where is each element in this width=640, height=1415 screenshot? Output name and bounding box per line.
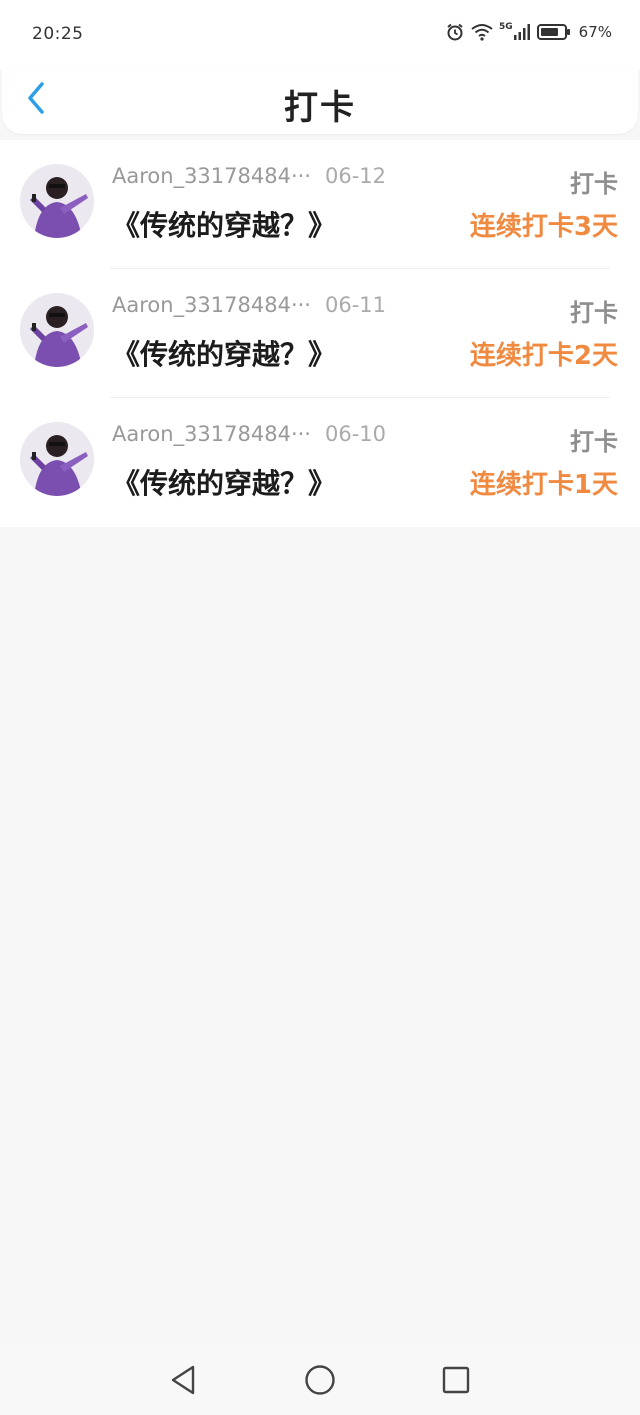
list-item[interactable]: Aaron_33178484··· 06-12 《传统的穿越？》 打卡 连续打卡…: [0, 140, 640, 269]
avatar[interactable]: [20, 422, 94, 496]
nav-back-button[interactable]: [163, 1362, 203, 1402]
alarm-icon: [445, 22, 465, 42]
home-circle-icon: [304, 1364, 336, 1400]
item-date: 06-11: [324, 293, 387, 317]
avatar[interactable]: [20, 164, 94, 238]
checkin-list: Aaron_33178484··· 06-12 《传统的穿越？》 打卡 连续打卡…: [0, 140, 640, 527]
item-date: 06-12: [324, 164, 387, 188]
status-bar: 20:25 5G 67%: [0, 0, 640, 70]
user-name[interactable]: Aaron_33178484···: [112, 164, 311, 188]
item-meta: Aaron_33178484··· 06-10: [112, 422, 386, 446]
item-date: 06-10: [324, 422, 387, 446]
header: 打卡: [2, 66, 638, 134]
page-title: 打卡: [284, 88, 356, 128]
battery-icon: [536, 23, 571, 41]
book-title[interactable]: 《传统的穿越？》: [112, 462, 336, 502]
streak-label: 连续打卡3天: [469, 212, 618, 242]
network-type: 5G: [499, 22, 513, 32]
wifi-icon: [471, 23, 493, 41]
book-title[interactable]: 《传统的穿越？》: [112, 204, 336, 244]
checkin-type-label: 打卡: [570, 299, 618, 327]
status-time: 20:25: [32, 24, 84, 44]
list-item[interactable]: Aaron_33178484··· 06-10 《传统的穿越？》 打卡 连续打卡…: [0, 398, 640, 527]
avatar[interactable]: [20, 293, 94, 367]
status-icons: 5G 67%: [445, 22, 612, 42]
list-item[interactable]: Aaron_33178484··· 06-11 《传统的穿越？》 打卡 连续打卡…: [0, 269, 640, 398]
battery-level: 67%: [578, 23, 612, 41]
checkin-type-label: 打卡: [570, 170, 618, 198]
streak-label: 连续打卡1天: [469, 470, 618, 500]
signal-icon: 5G: [499, 23, 531, 41]
item-meta: Aaron_33178484··· 06-11: [112, 293, 386, 317]
nav-home-button[interactable]: [300, 1362, 340, 1402]
user-name[interactable]: Aaron_33178484···: [112, 422, 311, 446]
book-title[interactable]: 《传统的穿越？》: [112, 333, 336, 373]
system-nav-bar: [0, 1346, 640, 1415]
streak-label: 连续打卡2天: [469, 341, 618, 371]
back-triangle-icon: [168, 1364, 198, 1400]
recents-square-icon: [441, 1365, 471, 1399]
checkin-type-label: 打卡: [570, 428, 618, 456]
item-meta: Aaron_33178484··· 06-12: [112, 164, 386, 188]
nav-recents-button[interactable]: [436, 1362, 476, 1402]
user-name[interactable]: Aaron_33178484···: [112, 293, 311, 317]
